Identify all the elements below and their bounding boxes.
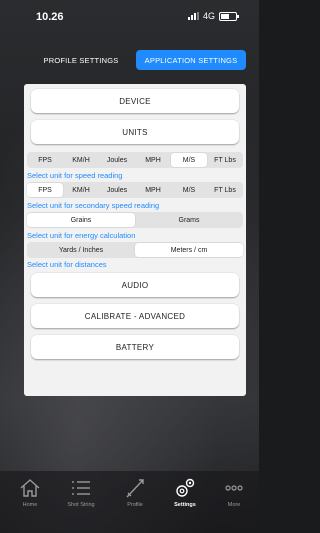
secondary-speed-caption: Select unit for secondary speed reading <box>27 201 160 210</box>
settings-panel: DEVICE UNITS FPS KM/H Joules MPH M/S FT … <box>24 84 246 396</box>
network-label: 4G <box>202 11 215 21</box>
tab-more-label: More <box>227 502 241 508</box>
battery-icon <box>219 11 239 21</box>
tab-home[interactable]: Home <box>10 477 50 508</box>
speed-unit-caption: Select unit for speed reading <box>27 171 123 180</box>
energy-unit-grams[interactable]: Grams <box>135 213 243 227</box>
arrow-icon <box>123 477 147 499</box>
calibrate-advanced-button[interactable]: CALIBRATE - ADVANCED <box>31 304 239 328</box>
tab-shot-string[interactable]: Shot String <box>61 477 101 508</box>
secondary-unit-kmh[interactable]: KM/H <box>63 183 99 197</box>
audio-button[interactable]: AUDIO <box>31 273 239 297</box>
speed-unit-ftlbs[interactable]: FT Lbs <box>207 153 243 167</box>
home-icon <box>18 477 42 499</box>
units-button[interactable]: UNITS <box>31 120 239 144</box>
distance-unit-yards[interactable]: Yards / Inches <box>27 243 135 257</box>
distance-unit-meters[interactable]: Meters / cm <box>135 243 243 257</box>
tab-settings-label: Settings <box>174 502 196 508</box>
status-indicators: 4G <box>187 11 239 21</box>
speed-unit-fps[interactable]: FPS <box>27 153 63 167</box>
tab-profile[interactable]: Profile <box>115 477 155 508</box>
distance-unit-caption: Select unit for distances <box>27 260 107 269</box>
more-icon <box>222 477 246 499</box>
tab-home-label: Home <box>22 502 38 508</box>
secondary-unit-fps[interactable]: FPS <box>27 183 63 197</box>
bottom-tab-bar: Home Shot String Profile Settings More <box>0 471 259 533</box>
tab-application-settings[interactable]: APPLICATION SETTINGS <box>136 50 246 70</box>
tab-more[interactable]: More <box>214 477 254 508</box>
status-bar: 10.26 4G <box>0 0 259 36</box>
battery-button[interactable]: BATTERY <box>31 335 239 359</box>
energy-unit-caption: Select unit for energy calculation <box>27 231 136 240</box>
speed-unit-joules[interactable]: Joules <box>99 153 135 167</box>
device-button[interactable]: DEVICE <box>31 89 239 113</box>
settings-tabs: PROFILE SETTINGS APPLICATION SETTINGS <box>26 50 246 70</box>
speed-unit-selector: FPS KM/H Joules MPH M/S FT Lbs <box>27 152 243 168</box>
speed-unit-mph[interactable]: MPH <box>135 153 171 167</box>
tab-shot-string-label: Shot String <box>67 502 95 508</box>
secondary-unit-mph[interactable]: MPH <box>135 183 171 197</box>
secondary-unit-joules[interactable]: Joules <box>99 183 135 197</box>
tab-profile-label: Profile <box>127 502 143 508</box>
secondary-unit-ms[interactable]: M/S <box>171 183 207 197</box>
secondary-speed-unit-selector: FPS KM/H Joules MPH M/S FT Lbs <box>27 182 243 198</box>
clock: 10.26 <box>36 11 64 23</box>
list-icon <box>69 477 93 499</box>
speed-unit-ms[interactable]: M/S <box>171 153 207 167</box>
signal-icon <box>187 12 199 20</box>
speed-unit-kmh[interactable]: KM/H <box>63 153 99 167</box>
distance-unit-selector: Yards / Inches Meters / cm <box>27 242 243 258</box>
tab-settings[interactable]: Settings <box>165 477 205 508</box>
energy-unit-grains[interactable]: Grains <box>27 213 135 227</box>
tab-profile-settings[interactable]: PROFILE SETTINGS <box>26 50 136 70</box>
energy-unit-selector: Grains Grams <box>27 212 243 228</box>
secondary-unit-ftlbs[interactable]: FT Lbs <box>207 183 243 197</box>
gears-icon <box>173 477 197 499</box>
